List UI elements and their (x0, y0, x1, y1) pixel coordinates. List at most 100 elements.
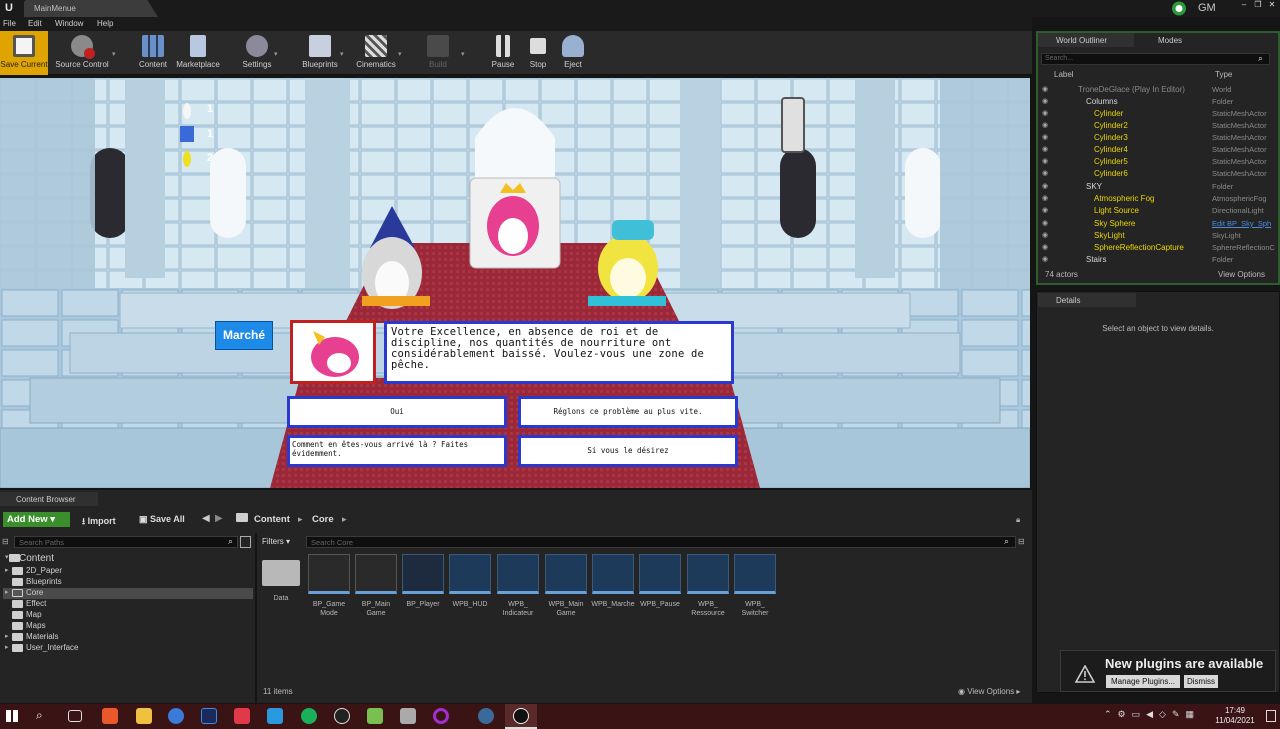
eject-button[interactable]: Eject (556, 31, 590, 75)
menu-help[interactable]: Help (97, 19, 113, 28)
asset-tile[interactable]: WPB_Marche (591, 554, 635, 624)
forward-arrow-icon[interactable]: ▶ (215, 513, 223, 524)
cinematics-button[interactable]: Cinematics (352, 31, 400, 75)
steam-icon[interactable] (478, 708, 494, 724)
splitter[interactable] (255, 533, 257, 703)
tree-item-blueprints[interactable]: Blueprints (3, 577, 253, 588)
outliner-row[interactable]: ◉ Cylinder2 StaticMeshActor (1040, 120, 1276, 132)
asset-tile[interactable]: Data (259, 554, 303, 624)
visibility-eye-icon[interactable]: ◉ (1042, 85, 1048, 93)
stop-button[interactable]: Stop (522, 31, 554, 75)
visibility-eye-icon[interactable]: ◉ (1042, 182, 1048, 190)
expand-arrow-icon[interactable]: ▾ (5, 553, 9, 561)
content-view-options[interactable]: ◉ View Options ▸ (958, 687, 1020, 696)
app-image-icon[interactable] (367, 708, 383, 724)
asset-tile[interactable]: BP_Game Mode (307, 554, 351, 624)
visibility-eye-icon[interactable]: ◉ (1042, 109, 1048, 117)
app-m-icon[interactable] (234, 708, 250, 724)
outliner-row[interactable]: ◉ Cylinder4 StaticMeshActor (1040, 144, 1276, 156)
choice-button-4[interactable]: Si vous le désirez (518, 435, 738, 467)
column-type-header[interactable]: Type (1215, 70, 1232, 82)
visibility-eye-icon[interactable]: ◉ (1042, 157, 1048, 165)
add-new-button[interactable]: Add New ▾ (3, 512, 70, 527)
outliner-row[interactable]: ◉ Columns Folder (1040, 96, 1276, 108)
dismiss-button[interactable]: Dismiss (1184, 675, 1218, 688)
visibility-eye-icon[interactable]: ◉ (1042, 231, 1048, 239)
expand-arrow-icon[interactable]: ▸ (5, 566, 9, 574)
chevron-down-icon[interactable]: ▾ (274, 50, 278, 58)
close-icon[interactable]: ✕ (1266, 0, 1278, 10)
visibility-eye-icon[interactable]: ◉ (1042, 206, 1048, 214)
chevron-down-icon[interactable]: ▾ (112, 50, 116, 58)
outliner-view-options[interactable]: View Options (1218, 270, 1265, 279)
outliner-row[interactable]: ◉ Cylinder6 StaticMeshActor (1040, 168, 1276, 180)
task-view-icon[interactable] (68, 710, 82, 722)
tree-item-user-interface[interactable]: ▸ User_Interface (3, 643, 253, 654)
save-current-button[interactable]: Save Current (0, 31, 48, 75)
tree-item-maps[interactable]: Maps (3, 621, 253, 632)
outliner-row[interactable]: ◉ Cylinder3 StaticMeshActor (1040, 132, 1276, 144)
choice-button-3[interactable]: Comment en êtes-vous arrivé là ? Faites … (287, 435, 507, 467)
choice-button-1[interactable]: Oui (287, 396, 507, 428)
windows-start-icon[interactable] (6, 710, 18, 722)
menu-window[interactable]: Window (55, 19, 83, 28)
search-paths-input[interactable]: Search Paths (14, 536, 238, 548)
notification-center-icon[interactable] (1266, 710, 1276, 722)
save-all-button[interactable]: ▣ Save All (134, 512, 190, 526)
marketplace-button[interactable]: Marketplace (174, 31, 222, 75)
pause-button[interactable]: Pause (484, 31, 522, 75)
visibility-eye-icon[interactable]: ◉ (1042, 133, 1048, 141)
filters-button[interactable]: Filters ▾ (262, 537, 290, 546)
search-core-input[interactable]: Search Core (306, 536, 1016, 548)
menu-file[interactable]: File (3, 19, 16, 28)
asset-tile[interactable]: BP_Player (401, 554, 445, 624)
system-tray-icons[interactable]: ⌃⚙▭◀◇✎▦ (1104, 709, 1200, 720)
column-label-header[interactable]: Label (1054, 70, 1074, 82)
visibility-eye-icon[interactable]: ◉ (1042, 97, 1048, 105)
path-view-options-icon[interactable] (240, 536, 251, 548)
tree-item-effect[interactable]: Effect (3, 599, 253, 610)
asset-tile[interactable]: WPB_ Ressource (686, 554, 730, 624)
outliner-row[interactable]: ◉ Sky Sphere Edit BP_Sky_Sph (1040, 218, 1276, 230)
breadcrumb-content[interactable]: Content (254, 514, 290, 525)
minimize-icon[interactable]: – (1238, 0, 1250, 10)
tree-item-core[interactable]: ▸ Core (3, 588, 253, 599)
browser-icon[interactable] (168, 708, 184, 724)
tree-item-content[interactable]: ▾ Content (3, 553, 253, 565)
outliner-row[interactable]: ◉ Stairs Folder (1040, 254, 1276, 266)
breadcrumb-core[interactable]: Core (312, 514, 334, 525)
content-button[interactable]: Content (134, 31, 172, 75)
visibility-eye-icon[interactable]: ◉ (1042, 255, 1048, 263)
visibility-eye-icon[interactable]: ◉ (1042, 243, 1048, 251)
visibility-eye-icon[interactable]: ◉ (1042, 194, 1048, 202)
brave-browser-icon[interactable] (102, 708, 118, 724)
menu-edit[interactable]: Edit (28, 19, 42, 28)
app-cloud-icon[interactable] (400, 708, 416, 724)
app-b-icon[interactable] (267, 708, 283, 724)
taskbar-active-unreal[interactable] (505, 704, 537, 729)
maximize-icon[interactable]: ❐ (1252, 0, 1264, 10)
visibility-eye-icon[interactable]: ◉ (1042, 219, 1048, 227)
visibility-eye-icon[interactable]: ◉ (1042, 121, 1048, 129)
taskbar-clock[interactable]: 17:49 11/04/2021 (1212, 706, 1258, 726)
outliner-row[interactable]: ◉ TroneDeGlace (Play In Editor) World (1040, 84, 1276, 96)
outliner-row[interactable]: ◉ SkyLight SkyLight (1040, 230, 1276, 242)
chevron-down-icon[interactable]: ▾ (340, 50, 344, 58)
game-viewport[interactable]: 1 1 2 Marché Votre Excellence, en absenc… (0, 78, 1030, 488)
tab-content-browser[interactable]: Content Browser (0, 492, 98, 506)
tab-world-outliner[interactable]: World Outliner (1038, 33, 1134, 47)
blueprints-button[interactable]: Blueprints (296, 31, 344, 75)
chevron-down-icon[interactable]: ▾ (461, 50, 465, 58)
outliner-row[interactable]: ◉ Cylinder5 StaticMeshActor (1040, 156, 1276, 168)
asset-tile[interactable]: BP_Main Game (354, 554, 398, 624)
tab-modes[interactable]: Modes (1140, 33, 1236, 47)
source-control-status-icon[interactable] (1168, 0, 1190, 17)
outliner-row[interactable]: ◉ Atmospheric Fog AtmosphericFog (1040, 193, 1276, 205)
visibility-eye-icon[interactable]: ◉ (1042, 145, 1048, 153)
collapse-sources-icon[interactable]: ⊟ (2, 537, 9, 546)
edit-blueprint-link[interactable]: Edit BP_Sky_Sph (1212, 219, 1276, 228)
manage-plugins-button[interactable]: Manage Plugins... (1106, 675, 1180, 688)
asset-tile[interactable]: WPB_Pause (638, 554, 682, 624)
level-tab[interactable]: MainMenue (24, 0, 158, 17)
tab-details[interactable]: Details (1038, 293, 1136, 307)
